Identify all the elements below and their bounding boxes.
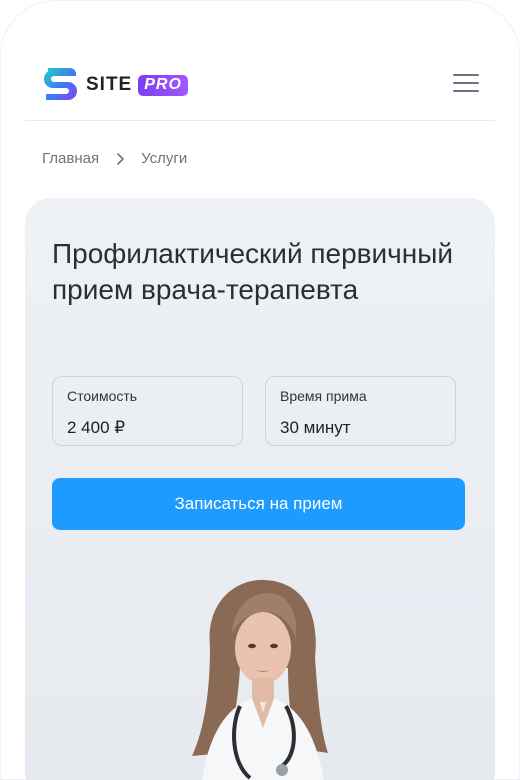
duration-box: Время прима 30 минут <box>265 376 456 446</box>
menu-button[interactable] <box>453 74 479 94</box>
logo-wordmark: SITE <box>86 74 133 95</box>
chevron-right-icon <box>117 152 124 165</box>
breadcrumb-item-services[interactable]: Услуги <box>141 150 187 167</box>
duration-label: Время прима <box>280 388 367 404</box>
price-label: Стоимость <box>67 388 138 404</box>
service-title: Профилактический первичный прием врача-т… <box>52 238 453 305</box>
duration-value: 30 минут <box>280 418 351 437</box>
price-box: Стоимость 2 400 ₽ <box>52 376 243 446</box>
service-card: Профилактический первичный прием врача-т… <box>25 198 495 780</box>
logo-badge: PRO <box>138 74 188 96</box>
site-logo[interactable]: SITE PRO <box>42 66 188 104</box>
hamburger-icon <box>453 74 479 76</box>
mobile-page: SITE PRO Главная Услуги Профилактический… <box>0 0 520 780</box>
breadcrumb-item-home[interactable]: Главная <box>42 150 99 167</box>
breadcrumb: Главная Услуги <box>42 150 187 167</box>
book-appointment-button[interactable]: Записаться на прием <box>52 478 465 530</box>
site-header: SITE PRO <box>25 60 495 121</box>
site-logo-icon <box>43 68 77 100</box>
price-value: 2 400 ₽ <box>67 418 126 437</box>
doctor-image <box>192 579 328 780</box>
